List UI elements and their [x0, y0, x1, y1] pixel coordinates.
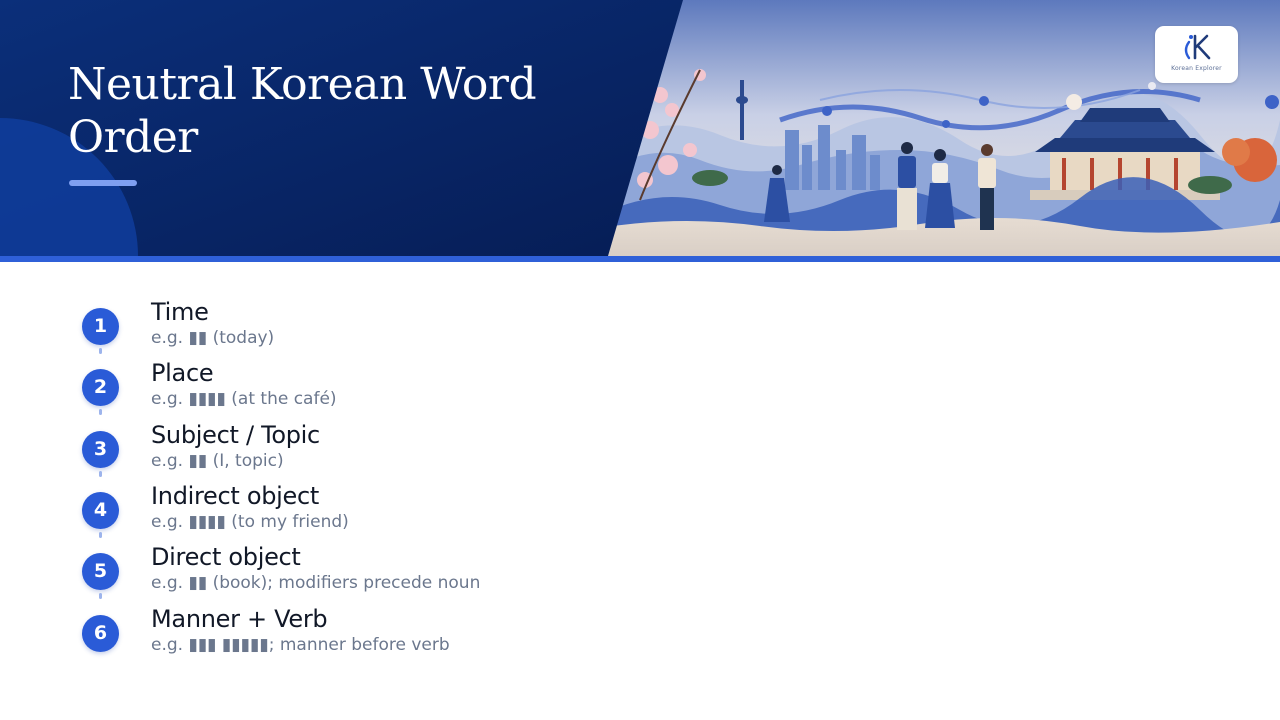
list-item: 1 Time e.g. ▮▮ (today): [80, 296, 780, 358]
step-label: Manner + Verb: [151, 605, 328, 633]
step-number-badge: 1: [82, 308, 119, 345]
step-connector: [99, 409, 102, 415]
step-label: Place: [151, 359, 214, 387]
header-accent-line: [0, 256, 1280, 262]
step-connector: [99, 593, 102, 599]
step-number-badge: 2: [82, 369, 119, 406]
brand-logo: Korean Explorer: [1155, 26, 1238, 83]
slide-title: Neutral Korean Word Order: [68, 59, 537, 163]
step-example: e.g. ▮▮ (I, topic): [151, 451, 284, 471]
step-connector: [99, 348, 102, 354]
step-number-badge: 4: [82, 492, 119, 529]
step-label: Indirect object: [151, 482, 319, 510]
step-label: Subject / Topic: [151, 421, 320, 449]
step-connector: [99, 471, 102, 477]
step-number-badge: 5: [82, 553, 119, 590]
step-example: e.g. ▮▮ (today): [151, 328, 275, 348]
step-connector: [99, 532, 102, 538]
list-item: 4 Indirect object e.g. ▮▮▮▮ (to my frien…: [80, 480, 780, 542]
slide-header: Neutral Korean Word Order Korean Explore…: [0, 0, 1280, 256]
step-number-badge: 3: [82, 431, 119, 468]
step-example: e.g. ▮▮▮▮ (to my friend): [151, 512, 349, 532]
logo-text: Korean Explorer: [1171, 65, 1222, 72]
step-example: e.g. ▮▮▮▮ (at the café): [151, 389, 337, 409]
step-label: Time: [151, 298, 209, 326]
list-item: 5 Direct object e.g. ▮▮ (book); modifier…: [80, 541, 780, 603]
step-label: Direct object: [151, 543, 301, 571]
step-example: e.g. ▮▮▮ ▮▮▮▮▮; manner before verb: [151, 635, 450, 655]
ik-logo-icon: [1184, 34, 1211, 60]
step-example: e.g. ▮▮ (book); modifiers precede noun: [151, 573, 481, 593]
list-item: 6 Manner + Verb e.g. ▮▮▮ ▮▮▮▮▮; manner b…: [80, 603, 780, 665]
list-item: 2 Place e.g. ▮▮▮▮ (at the café): [80, 357, 780, 419]
list-item: 3 Subject / Topic e.g. ▮▮ (I, topic): [80, 419, 780, 481]
title-underline: [69, 180, 137, 186]
step-number-badge: 6: [82, 615, 119, 652]
